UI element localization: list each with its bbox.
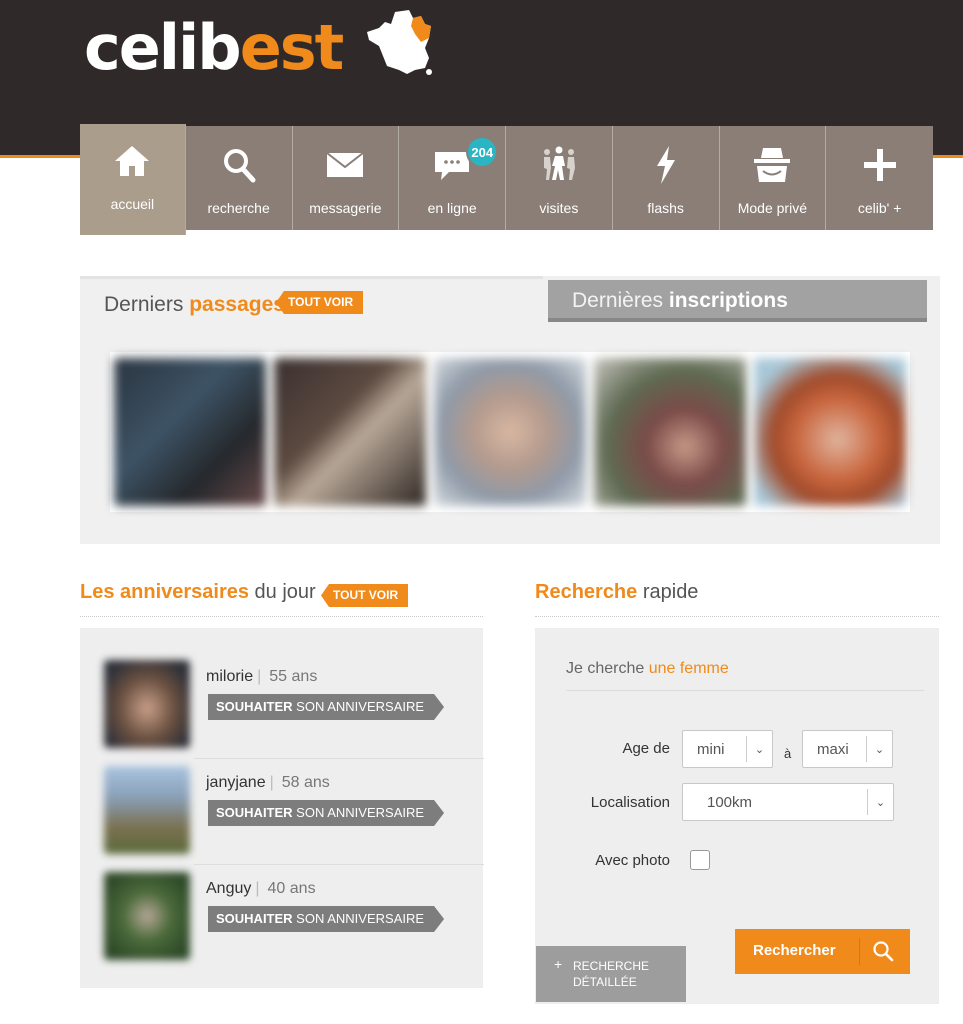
wish-birthday-button[interactable]: SOUHAITER SON ANNIVERSAIRE: [208, 694, 444, 720]
tab-title: Derniers passages: [104, 293, 285, 316]
nav-label: Mode privé: [737, 200, 807, 216]
search-submit-button[interactable]: Rechercher: [735, 929, 910, 974]
recent-members-panel: Derniers passages TOUT VOIR Dernières in…: [80, 276, 940, 544]
nav-label: visites: [539, 200, 579, 216]
online-count-badge: 204: [466, 136, 499, 168]
divider: [80, 616, 483, 617]
envelope-icon: [326, 152, 364, 177]
wish-birthday-button[interactable]: SOUHAITER SON ANNIVERSAIRE: [208, 800, 444, 826]
member-photo[interactable]: [274, 358, 426, 506]
nav-label: recherche: [207, 200, 270, 216]
home-icon: [115, 146, 150, 176]
nav-label: accueil: [110, 196, 155, 212]
chevron-down-icon: ⌄: [746, 736, 772, 762]
divider: [535, 616, 939, 617]
nav-label: messagerie: [309, 200, 382, 216]
chevron-down-icon: ⌄: [866, 736, 892, 762]
birthday-item: janyjane | 58 ans SOUHAITER SON ANNIVERSAI…: [104, 762, 459, 868]
quick-search-title: Recherche rapide: [535, 581, 699, 603]
detailed-search-button[interactable]: + RECHERCHE DÉTAILLÉE: [536, 946, 686, 1002]
member-photo[interactable]: [594, 358, 746, 506]
photo-label: Avec photo: [595, 852, 670, 869]
chevron-down-icon: ⌄: [867, 789, 893, 815]
member-photo-strip: [110, 352, 910, 512]
nav-accueil[interactable]: accueil: [80, 124, 186, 235]
avatar[interactable]: [104, 872, 190, 960]
member-name[interactable]: janyjane: [206, 774, 266, 791]
divider: [194, 758, 484, 759]
incognito-icon: [754, 148, 791, 182]
france-map-icon: [367, 10, 432, 75]
age-max-select[interactable]: maxi ⌄: [802, 730, 893, 768]
search-icon: [873, 941, 894, 962]
birthday-item: milorie | 55 ans SOUHAITER SON ANNIVERSAIR…: [104, 656, 459, 762]
member-photo[interactable]: [754, 358, 906, 506]
avatar[interactable]: [104, 766, 190, 854]
plus-icon: +: [554, 956, 563, 972]
seeking-line: Je cherche une femme: [566, 660, 729, 677]
location-label: Localisation: [590, 794, 670, 811]
avatar[interactable]: [104, 660, 190, 748]
member-name-age: milorie | 55 ans: [206, 668, 318, 685]
quick-search-panel: Je cherche une femme Age de mini ⌄ à max…: [535, 628, 939, 1004]
see-all-passages-button[interactable]: TOUT VOIR: [276, 291, 364, 314]
seeking-gender-link[interactable]: une femme: [649, 660, 729, 677]
location-select[interactable]: 100km ⌄: [682, 783, 894, 821]
nav-label: flashs: [647, 200, 684, 216]
plus-icon: [863, 149, 896, 181]
birthdays-panel: milorie | 55 ans SOUHAITER SON ANNIVERSAIR…: [80, 628, 484, 988]
age-label: Age de: [622, 740, 670, 757]
member-name-age: janyjane | 58 ans: [206, 774, 330, 791]
divider: [566, 690, 924, 691]
age-min-select[interactable]: mini ⌄: [682, 730, 773, 768]
nav-mode-prive[interactable]: Mode privé: [719, 126, 827, 230]
main-nav: accueil recherche messagerie 204 en lign…: [80, 124, 933, 235]
search-icon: [223, 149, 256, 183]
see-all-birthdays-button[interactable]: TOUT VOIR: [321, 584, 409, 607]
lightning-icon: [656, 146, 675, 184]
walking-people-icon: [543, 146, 575, 180]
member-name[interactable]: milorie: [206, 668, 253, 685]
site-logo[interactable]: celibest: [84, 12, 344, 84]
divider: [194, 864, 484, 865]
birthday-item: Anguy | 40 ans SOUHAITER SON ANNIVERSAIRE: [104, 868, 459, 974]
member-photo[interactable]: [434, 358, 586, 506]
nav-celib-plus[interactable]: celib' +: [826, 126, 933, 230]
tab-dernieres-inscriptions[interactable]: Dernières inscriptions: [548, 280, 927, 322]
nav-visites[interactable]: visites: [506, 126, 613, 230]
birthdays-title: Les anniversaires du jour: [80, 581, 316, 603]
nav-en-ligne[interactable]: 204 en ligne: [399, 126, 506, 230]
tab-derniers-passages[interactable]: Derniers passages TOUT VOIR: [80, 276, 543, 324]
member-name-age: Anguy | 40 ans: [206, 880, 316, 897]
nav-recherche[interactable]: recherche: [185, 126, 293, 230]
wish-birthday-button[interactable]: SOUHAITER SON ANNIVERSAIRE: [208, 906, 444, 932]
with-photo-checkbox[interactable]: [690, 850, 710, 870]
tab-title: Dernières inscriptions: [572, 289, 788, 312]
member-name[interactable]: Anguy: [206, 880, 251, 897]
age-separator: à: [784, 746, 792, 761]
nav-flashs[interactable]: flashs: [612, 126, 720, 230]
nav-label: celib' +: [857, 200, 902, 216]
member-photo[interactable]: [114, 358, 266, 506]
nav-messagerie[interactable]: messagerie: [292, 126, 400, 230]
nav-label: en ligne: [427, 200, 477, 216]
